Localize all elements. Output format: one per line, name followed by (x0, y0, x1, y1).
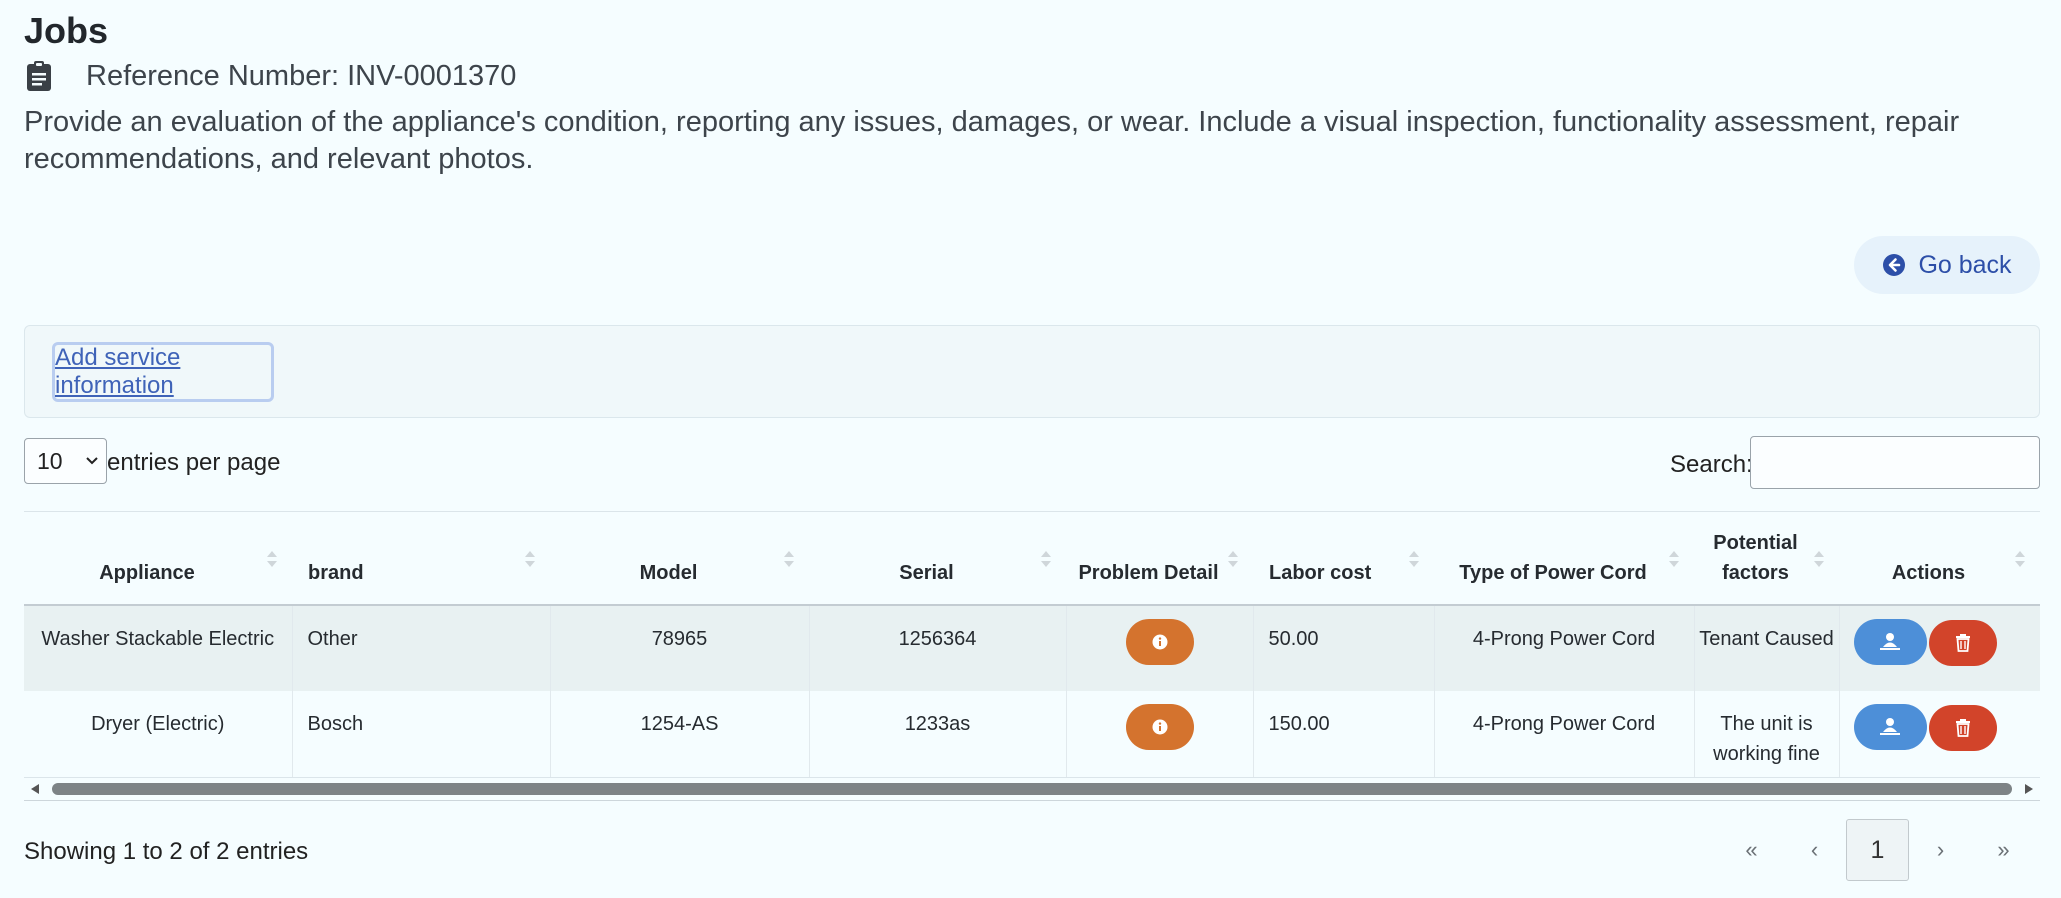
column-header-serial[interactable]: Serial (809, 512, 1066, 606)
scroll-right-icon[interactable] (2023, 783, 2035, 795)
info-icon (1152, 719, 1167, 735)
cell-power-cord: 4-Prong Power Cord (1433, 691, 1694, 777)
cell-model: 78965 (549, 605, 809, 691)
column-header-label: Serial (899, 562, 954, 584)
cell-labor-cost: 150.00 (1252, 691, 1434, 777)
pagination: « ‹ 1 › » (1720, 819, 2035, 881)
sort-icon (267, 551, 277, 567)
scroll-left-icon[interactable] (29, 783, 41, 795)
cell-problem-detail (1065, 691, 1253, 777)
pagination-previous[interactable]: ‹ (1783, 819, 1846, 881)
cell-actions (1838, 605, 2040, 691)
cell-actions (1838, 691, 2040, 777)
divider (24, 800, 2040, 801)
cell-problem-detail (1065, 605, 1253, 691)
go-back-label: Go back (1918, 250, 2012, 279)
search-label: Search: (1670, 451, 1753, 478)
clipboard-icon (26, 60, 52, 92)
user-icon (1880, 718, 1900, 735)
column-header-label: Actions (1891, 562, 1966, 584)
sort-icon (1228, 551, 1238, 567)
info-icon (1152, 634, 1167, 650)
assign-technician-button[interactable] (1853, 704, 1927, 750)
cell-brand: Other (291, 605, 550, 691)
delete-button[interactable] (1928, 620, 1997, 666)
cell-labor-cost: 50.00 (1252, 605, 1434, 691)
service-panel: Add service information (24, 325, 2040, 418)
cell-potential-factors: Tenant Caused (1693, 605, 1839, 691)
column-header-power-cord[interactable]: Type of Power Cord (1434, 512, 1694, 606)
arrow-circle-left-icon (1882, 253, 1906, 277)
page-title: Jobs (24, 10, 109, 51)
sort-icon (1409, 551, 1419, 567)
column-header-potential-factors[interactable]: Potential factors (1694, 512, 1839, 606)
pagination-current-page[interactable]: 1 (1846, 819, 1909, 881)
page-description: Provide an evaluation of the appliance's… (24, 106, 1960, 175)
cell-model: 1254-AS (549, 691, 809, 777)
chevron-down-icon (84, 449, 100, 469)
pagination-next[interactable]: › (1909, 819, 1972, 881)
column-header-model[interactable]: Model (550, 512, 809, 606)
cell-serial: 1256364 (808, 605, 1066, 691)
sort-icon (1041, 551, 1051, 567)
sort-icon (1814, 551, 1824, 567)
sort-icon (2015, 551, 2025, 567)
column-header-label: Appliance (99, 562, 195, 584)
table-info: Showing 1 to 2 of 2 entries (24, 838, 309, 865)
cell-appliance: Dryer (Electric) (24, 691, 292, 777)
delete-button[interactable] (1928, 705, 1997, 751)
sort-icon (1669, 551, 1679, 567)
assign-technician-button[interactable] (1853, 619, 1927, 665)
table-header-row: Appliance brand Model Serial Problem Det… (24, 512, 2040, 606)
sort-icon (784, 551, 794, 567)
column-header-actions[interactable]: Actions (1839, 512, 2040, 606)
jobs-table: Appliance brand Model Serial Problem Det… (24, 512, 2040, 777)
jobs-table-wrapper: Appliance brand Model Serial Problem Det… (24, 511, 2040, 778)
trash-icon (1955, 719, 1970, 737)
horizontal-scrollbar[interactable] (24, 780, 2040, 798)
sort-icon (525, 551, 535, 567)
entries-per-page-label: entries per page (107, 449, 281, 476)
table-row: Dryer (Electric) Bosch 1254-AS 1233as 15… (24, 691, 2040, 777)
add-service-information-link[interactable]: Add service information (52, 342, 274, 402)
column-header-brand[interactable]: brand (292, 512, 550, 606)
table-row: Washer Stackable Electric Other 78965 12… (24, 605, 2040, 691)
cell-serial: 1233as (808, 691, 1066, 777)
search-input[interactable] (1750, 436, 2040, 489)
scrollbar-thumb[interactable] (52, 783, 2012, 795)
cell-potential-factors: The unit is working fine (1693, 691, 1839, 777)
column-header-label: brand (308, 562, 364, 584)
entries-per-page-select[interactable]: 10 (24, 438, 107, 484)
go-back-button[interactable]: Go back (1854, 236, 2040, 294)
column-header-label: Problem Detail (1078, 562, 1219, 584)
cell-power-cord: 4-Prong Power Cord (1433, 605, 1694, 691)
column-header-labor-cost[interactable]: Labor cost (1253, 512, 1434, 606)
reference-row: Reference Number: INV-0001370 (26, 56, 516, 96)
column-header-label: Potential factors (1713, 532, 1798, 584)
problem-detail-button[interactable] (1125, 704, 1194, 750)
trash-icon (1955, 634, 1970, 652)
column-header-appliance[interactable]: Appliance (24, 512, 292, 606)
cell-brand: Bosch (291, 691, 550, 777)
cell-appliance: Washer Stackable Electric (24, 605, 292, 691)
pagination-first[interactable]: « (1720, 819, 1783, 881)
column-header-problem-detail[interactable]: Problem Detail (1066, 512, 1253, 606)
column-header-label: Type of Power Cord (1459, 562, 1647, 584)
problem-detail-button[interactable] (1125, 619, 1194, 665)
column-header-label: Labor cost (1269, 562, 1372, 584)
column-header-label: Model (639, 562, 698, 584)
entries-per-page-value: 10 (37, 447, 63, 474)
reference-number: Reference Number: INV-0001370 (86, 59, 517, 92)
user-icon (1880, 633, 1900, 650)
pagination-last[interactable]: » (1972, 819, 2035, 881)
